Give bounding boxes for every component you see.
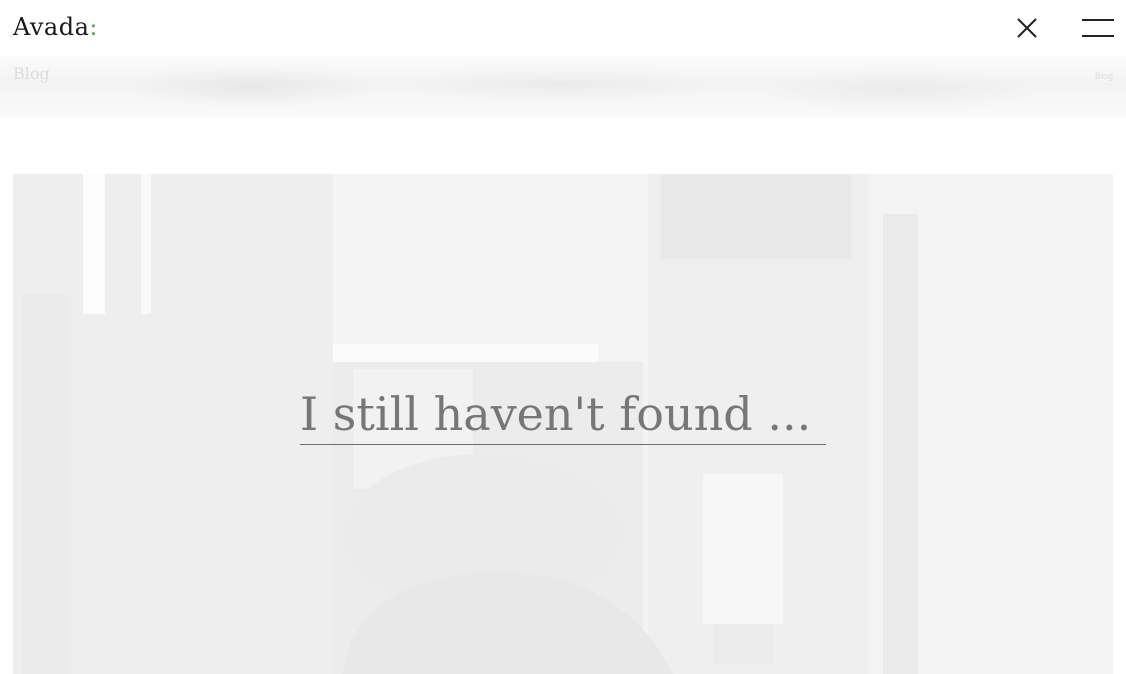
- site-header: Avada:: [0, 0, 1126, 56]
- site-logo[interactable]: Avada:: [13, 12, 98, 42]
- menu-button[interactable]: [1082, 18, 1114, 38]
- logo-colon: :: [89, 13, 98, 41]
- page-title-bar: [0, 56, 1126, 118]
- page: Avada: Blog Blog: [0, 0, 1126, 674]
- hamburger-menu-icon: [1082, 19, 1114, 37]
- close-icon: [1017, 18, 1037, 38]
- search-form: [300, 384, 826, 446]
- breadcrumb[interactable]: Blog: [1095, 71, 1113, 81]
- close-search-button[interactable]: [1013, 14, 1041, 42]
- search-input[interactable]: [300, 384, 826, 445]
- page-title: Blog: [13, 64, 50, 83]
- logo-text: Avada: [13, 13, 90, 41]
